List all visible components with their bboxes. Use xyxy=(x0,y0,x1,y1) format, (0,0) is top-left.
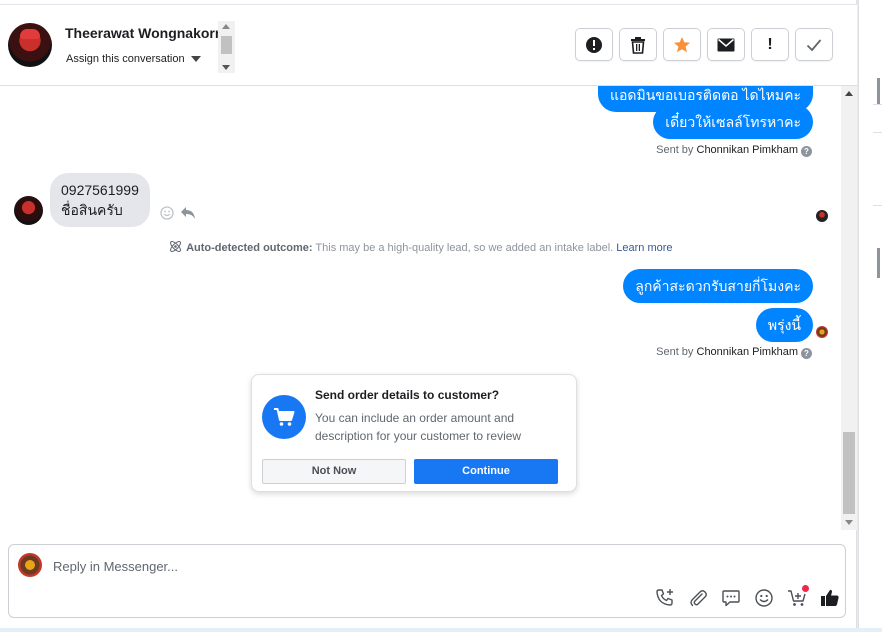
outgoing-message[interactable]: ลูกค้าสะดวกรับสายกี่โมงคะ xyxy=(623,269,813,303)
message-line: 0927561999 xyxy=(61,182,139,198)
divider xyxy=(873,205,882,206)
paperclip-icon xyxy=(690,590,707,607)
learn-more-link[interactable]: Learn more xyxy=(616,242,672,254)
outcome-label: Auto-detected outcome: xyxy=(186,242,313,254)
right-details-rail xyxy=(858,0,882,632)
delete-button[interactable] xyxy=(619,28,657,61)
scroll-up-arrow-icon[interactable] xyxy=(845,91,853,96)
outgoing-message[interactable]: พรุ่งนี้ xyxy=(755,308,813,342)
thumbs-up-icon xyxy=(821,589,839,606)
sent-by-prefix: Sent by xyxy=(656,144,694,156)
contact-name[interactable]: Theerawat Wongnakorn xyxy=(65,25,223,41)
sent-by-label: Sent by Chonnikan Pimkham? xyxy=(656,346,812,359)
header-actions: ! xyxy=(575,28,833,61)
message-actions xyxy=(160,206,196,220)
shopping-cart-icon xyxy=(262,395,306,439)
contact-avatar-small[interactable] xyxy=(14,196,43,225)
star-button[interactable] xyxy=(663,28,701,61)
messenger-inbox: Theerawat Wongnakorn Assign this convers… xyxy=(0,0,882,632)
follow-up-button[interactable]: ! xyxy=(751,28,789,61)
envelope-icon xyxy=(717,38,735,51)
sender-name: Chonnikan Pimkham xyxy=(696,144,799,156)
incoming-message[interactable]: 0927561999 ชื่อสินครับ xyxy=(50,173,150,227)
mark-spam-button[interactable] xyxy=(575,28,613,61)
emoji-button[interactable] xyxy=(753,587,775,609)
trash-icon xyxy=(631,36,645,54)
rail-edge xyxy=(877,78,880,104)
caret-down-icon xyxy=(190,56,201,63)
sent-by-label: Sent by Chonnikan Pimkham? xyxy=(656,144,812,157)
message-composer xyxy=(8,544,846,618)
page-avatar xyxy=(18,553,42,577)
attach-button[interactable] xyxy=(687,587,709,609)
help-icon[interactable]: ? xyxy=(801,146,812,157)
conversation-header: Theerawat Wongnakorn Assign this convers… xyxy=(0,4,857,86)
outgoing-message[interactable]: เดี๋ยวให้เซลล์โทรหาคะ xyxy=(653,105,813,139)
order-card-description: You can include an order amount and desc… xyxy=(315,411,522,443)
phone-plus-icon xyxy=(656,589,673,606)
help-icon[interactable]: ? xyxy=(801,348,812,359)
composer-tools xyxy=(654,585,841,609)
scroll-thumb[interactable] xyxy=(843,432,855,514)
outcome-text: This may be a high-quality lead, so we a… xyxy=(312,242,614,254)
contact-avatar[interactable] xyxy=(8,23,52,67)
order-card-title: Send order details to customer? xyxy=(315,388,500,402)
divider xyxy=(873,104,882,105)
atom-icon xyxy=(170,241,181,252)
emoji-react-icon[interactable] xyxy=(160,206,174,220)
continue-button[interactable]: Continue xyxy=(414,459,558,484)
sender-name: Chonnikan Pimkham xyxy=(696,346,799,358)
assign-conversation-dropdown[interactable]: Assign this conversation xyxy=(66,53,201,65)
saved-replies-button[interactable] xyxy=(720,587,742,609)
mark-done-button[interactable] xyxy=(795,28,833,61)
conversation-panel: Theerawat Wongnakorn Assign this convers… xyxy=(0,0,857,628)
header-scrollbar[interactable] xyxy=(218,21,235,73)
checkmark-icon xyxy=(806,38,822,51)
notification-dot xyxy=(802,585,809,592)
not-now-button[interactable]: Not Now xyxy=(262,459,406,484)
exclamation-icon: ! xyxy=(767,35,773,53)
seen-avatar-icon xyxy=(816,326,828,338)
reply-arrow-icon[interactable] xyxy=(180,206,196,220)
scroll-down-arrow-icon[interactable] xyxy=(222,65,230,70)
thread-scrollbar[interactable] xyxy=(841,86,857,530)
smiley-icon xyxy=(755,589,773,607)
rail-edge xyxy=(877,248,880,278)
like-button[interactable] xyxy=(819,587,841,609)
chat-bubble-icon xyxy=(722,590,740,607)
star-icon xyxy=(674,36,690,52)
scroll-up-arrow-icon[interactable] xyxy=(222,24,230,29)
reply-input[interactable] xyxy=(53,555,753,577)
message-line: ชื่อสินครับ xyxy=(61,202,123,218)
call-button[interactable] xyxy=(654,587,676,609)
add-order-button[interactable] xyxy=(786,585,809,609)
bottom-strip xyxy=(0,628,882,632)
alert-circle-icon xyxy=(586,36,602,53)
seen-avatar-icon xyxy=(816,210,828,222)
scroll-thumb[interactable] xyxy=(221,36,232,54)
order-details-prompt: Send order details to customer? You can … xyxy=(251,374,577,492)
sent-by-prefix: Sent by xyxy=(656,346,694,358)
assign-label: Assign this conversation xyxy=(66,53,185,65)
divider xyxy=(873,132,882,133)
mark-unread-button[interactable] xyxy=(707,28,745,61)
auto-detected-outcome: Auto-detected outcome: This may be a hig… xyxy=(168,239,673,254)
scroll-down-arrow-icon[interactable] xyxy=(845,520,853,525)
message-thread[interactable]: แอดมินขอเบอรติดตอ ไดไหมคะ เดี๋ยวให้เซลล์… xyxy=(0,86,840,530)
